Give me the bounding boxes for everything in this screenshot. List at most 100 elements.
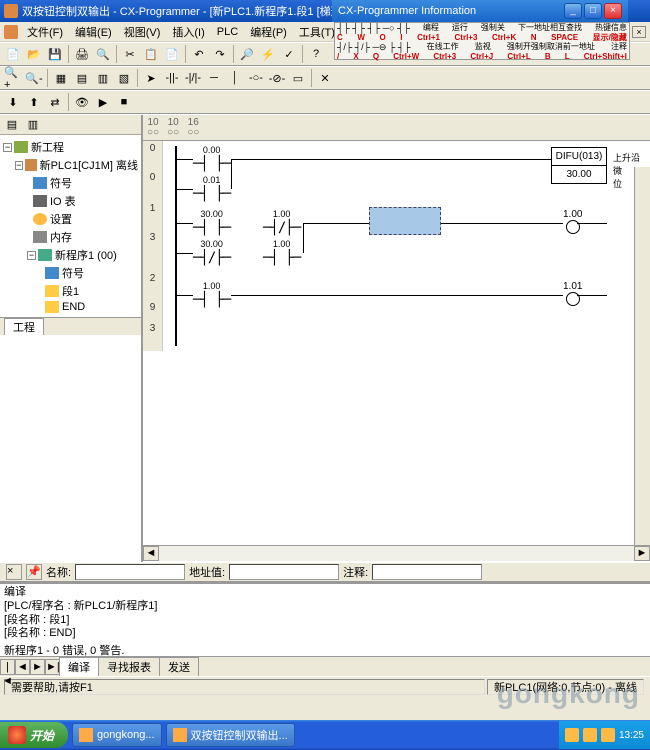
grid-button[interactable]: ▦ bbox=[51, 68, 71, 88]
stop-button[interactable]: ■ bbox=[114, 92, 134, 112]
help-button[interactable]: ? bbox=[306, 44, 326, 64]
task-item-1[interactable]: gongkong... bbox=[72, 723, 162, 747]
project-tree[interactable]: −新工程 −新PLC1[CJ1M] 离线 符号 IO 表 设置 内存 −新程序1… bbox=[0, 135, 141, 317]
tree-view1-button[interactable]: ▤ bbox=[3, 117, 21, 133]
tree-end[interactable]: END bbox=[62, 301, 85, 313]
menu-insert[interactable]: 插入(I) bbox=[167, 22, 209, 42]
rung-1-header[interactable]: 13 bbox=[143, 201, 163, 271]
ladder-hscroll[interactable]: ◄ ► bbox=[143, 545, 650, 561]
ladder-diagram[interactable]: 00 13 29 3 0.00─┤ ├─ 0.01─┤ ├─ DIFU(013)… bbox=[143, 141, 650, 561]
output-tab-last[interactable]: ►| bbox=[45, 659, 60, 675]
rung-3-header[interactable]: 3 bbox=[143, 321, 163, 351]
coil-1.01[interactable]: 1.01 bbox=[563, 281, 582, 306]
transfer-from-button[interactable]: ⬆ bbox=[24, 92, 44, 112]
save-button[interactable]: 💾 bbox=[45, 44, 65, 64]
cursor-button[interactable]: ➤ bbox=[141, 68, 161, 88]
selection-box[interactable] bbox=[369, 207, 441, 235]
tray-icon[interactable] bbox=[583, 728, 597, 742]
hscroll-right[interactable]: ► bbox=[634, 546, 650, 561]
undo-button[interactable]: ↶ bbox=[189, 44, 209, 64]
hline-button[interactable]: ─ bbox=[204, 68, 224, 88]
find-button[interactable]: 🔎 bbox=[237, 44, 257, 64]
transfer-to-button[interactable]: ⬇ bbox=[3, 92, 23, 112]
contact-no-button[interactable]: -||- bbox=[162, 68, 182, 88]
tree-toggle-prog[interactable]: − bbox=[27, 251, 36, 260]
contact-1.00-r2[interactable]: 1.00─┤ ├─ bbox=[193, 281, 230, 308]
tree-root[interactable]: 新工程 bbox=[31, 139, 64, 155]
cut-button[interactable]: ✂ bbox=[120, 44, 140, 64]
view3-button[interactable]: ▧ bbox=[114, 68, 134, 88]
tray-icon[interactable] bbox=[565, 728, 579, 742]
delete-button[interactable]: ✕ bbox=[315, 68, 335, 88]
addr-input[interactable] bbox=[229, 564, 339, 580]
contact-1.00-b[interactable]: 1.00─┤ ├─ bbox=[263, 239, 300, 266]
contact-0.01[interactable]: 0.01─┤ ├─ bbox=[193, 175, 230, 202]
new-button[interactable]: 📄 bbox=[3, 44, 23, 64]
monitor-button[interactable]: 👁 bbox=[72, 92, 92, 112]
coil-button[interactable]: -○- bbox=[246, 68, 266, 88]
output-tab-first[interactable]: |◄ bbox=[0, 659, 15, 675]
menu-edit[interactable]: 编辑(E) bbox=[70, 22, 117, 42]
zoom-in-button[interactable]: 🔍+ bbox=[3, 68, 23, 88]
mdi-close-button[interactable]: × bbox=[632, 26, 646, 38]
rung-0-header[interactable]: 00 bbox=[143, 141, 163, 201]
function-difu[interactable]: DIFU(013) 30.00 bbox=[551, 147, 607, 184]
output-tab-compile[interactable]: 编译 bbox=[59, 657, 99, 676]
print-button[interactable]: 🖨 bbox=[72, 44, 92, 64]
tree-plc[interactable]: 新PLC1[CJ1M] 离线 bbox=[40, 157, 138, 173]
menu-file[interactable]: 文件(F) bbox=[22, 22, 68, 42]
output-tab-next[interactable]: ► bbox=[30, 659, 45, 675]
contact-1.00-nc-a[interactable]: 1.00─┤/├─ bbox=[263, 209, 300, 236]
coil-1.00[interactable]: 1.00 bbox=[563, 209, 582, 234]
ladder-vscroll[interactable] bbox=[634, 167, 650, 545]
menu-plc[interactable]: PLC bbox=[212, 24, 243, 40]
close-button[interactable]: × bbox=[604, 3, 622, 19]
output-tab-prev[interactable]: ◄ bbox=[15, 659, 30, 675]
menu-tools[interactable]: 工具(T) bbox=[294, 22, 340, 42]
contact-30.00-nc[interactable]: 30.00─┤/├─ bbox=[193, 239, 230, 266]
tree-tab-project[interactable]: 工程 bbox=[4, 318, 44, 335]
tree-toggle-root[interactable]: − bbox=[3, 143, 12, 152]
tree-symbols[interactable]: 符号 bbox=[50, 175, 72, 191]
zoom-out-button[interactable]: 🔍- bbox=[24, 68, 44, 88]
vline-button[interactable]: │ bbox=[225, 68, 245, 88]
systray[interactable]: 13:25 bbox=[559, 721, 650, 749]
tree-prog-symbols[interactable]: 符号 bbox=[62, 265, 84, 281]
function-button[interactable]: ▭ bbox=[288, 68, 308, 88]
tree-settings[interactable]: 设置 bbox=[50, 211, 72, 227]
contact-0.00[interactable]: 0.00─┤ ├─ bbox=[193, 145, 230, 172]
compile-button[interactable]: ✓ bbox=[279, 44, 299, 64]
paste-button[interactable]: 📄 bbox=[162, 44, 182, 64]
minimize-button[interactable]: _ bbox=[564, 3, 582, 19]
contact-nc-button[interactable]: -|/|- bbox=[183, 68, 203, 88]
tree-view2-button[interactable]: ▥ bbox=[24, 117, 42, 133]
tree-io[interactable]: IO 表 bbox=[50, 193, 76, 209]
tree-toggle-plc[interactable]: − bbox=[15, 161, 23, 170]
tree-section[interactable]: 段1 bbox=[62, 283, 79, 299]
comment-input[interactable] bbox=[372, 564, 482, 580]
tree-program[interactable]: 新程序1 (00) bbox=[55, 247, 117, 263]
open-button[interactable]: 📂 bbox=[24, 44, 44, 64]
contact-30.00-a[interactable]: 30.00─┤ ├─ bbox=[193, 209, 230, 236]
output-content[interactable]: 编译 [PLC/程序名 : 新PLC1/新程序1] [段名称 : 段1] [段名… bbox=[0, 584, 650, 656]
redo-button[interactable]: ↷ bbox=[210, 44, 230, 64]
menu-program[interactable]: 编程(P) bbox=[245, 22, 292, 42]
rung-2-header[interactable]: 29 bbox=[143, 271, 163, 321]
fields-close-button[interactable]: × bbox=[6, 564, 22, 580]
tray-icon[interactable] bbox=[601, 728, 615, 742]
menu-view[interactable]: 视图(V) bbox=[119, 22, 166, 42]
output-tab-transfer[interactable]: 发送 bbox=[159, 657, 199, 676]
tree-memory[interactable]: 内存 bbox=[50, 229, 72, 245]
online-button[interactable]: ⚡ bbox=[258, 44, 278, 64]
run-button[interactable]: ▶ bbox=[93, 92, 113, 112]
coil-not-button[interactable]: -⊘- bbox=[267, 68, 287, 88]
copy-button[interactable]: 📋 bbox=[141, 44, 161, 64]
view1-button[interactable]: ▤ bbox=[72, 68, 92, 88]
maximize-button[interactable]: □ bbox=[584, 3, 602, 19]
output-tab-find[interactable]: 寻找报表 bbox=[98, 657, 160, 676]
hscroll-left[interactable]: ◄ bbox=[143, 546, 159, 561]
compare-button[interactable]: ⇄ bbox=[45, 92, 65, 112]
fields-pin-button[interactable]: 📌 bbox=[26, 564, 42, 580]
view2-button[interactable]: ▥ bbox=[93, 68, 113, 88]
task-item-2[interactable]: 双按钮控制双输出... bbox=[166, 723, 295, 747]
